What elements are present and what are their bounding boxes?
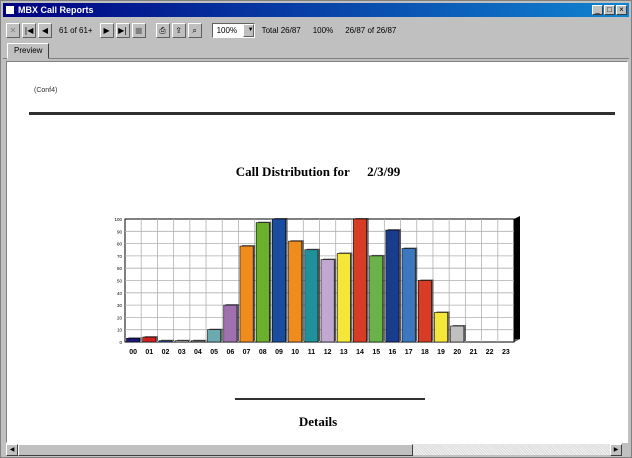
report-page[interactable]: (Conf4) Call Distribution for 2/3/99 0 10… — [6, 61, 628, 443]
horizontal-scrollbar[interactable]: ◀ ▶ — [6, 443, 622, 456]
x-tick-label: 12 — [324, 349, 332, 356]
bar-08 — [255, 222, 270, 343]
window-controls: _ □ × — [592, 5, 627, 15]
bar-15 — [369, 255, 384, 343]
minimize-button[interactable]: _ — [592, 5, 603, 15]
bar-20 — [450, 325, 465, 343]
x-tick-label: 07 — [243, 349, 251, 356]
x-tick-label: 06 — [226, 349, 234, 356]
bar-12 — [320, 259, 335, 343]
x-tick-label: 09 — [275, 349, 283, 356]
x-tick-label: 15 — [372, 349, 380, 356]
last-page-icon[interactable]: ▶| — [115, 22, 130, 38]
x-tick-label: 10 — [291, 349, 299, 356]
window-title: MBX Call Reports — [18, 5, 94, 15]
bar-04 — [191, 340, 205, 343]
bar-14 — [353, 218, 367, 343]
x-tick-label: 04 — [194, 349, 202, 356]
scroll-thumb[interactable] — [18, 444, 413, 456]
title-bar[interactable]: MBX Call Reports _ □ × — [3, 3, 629, 17]
bar-19 — [434, 312, 448, 343]
x-tick-label: 13 — [340, 349, 348, 356]
report-toolbar: ✕ |◀ ◀ 61 of 61+ ▶ ▶| ■ ⎙ ⇪ ⌕ 100% ▼ Tot… — [3, 19, 629, 41]
y-tick-label: 60 — [117, 266, 123, 271]
app-icon — [5, 5, 15, 15]
details-heading: Details — [298, 414, 338, 429]
first-page-icon[interactable]: |◀ — [22, 22, 36, 38]
record-range: 26/87 of 26/87 — [345, 25, 397, 35]
tab-strip: Preview — [3, 41, 629, 59]
x-tick-label: 20 — [453, 349, 461, 356]
y-tick-label: 20 — [117, 315, 123, 320]
x-tick-label: 16 — [389, 349, 397, 356]
x-tick-label: 22 — [486, 349, 494, 356]
maximize-button[interactable]: □ — [604, 5, 615, 15]
scrollbar-corner — [622, 443, 630, 455]
bar-13 — [336, 253, 351, 343]
close-button[interactable]: × — [616, 5, 627, 15]
bar-06 — [223, 304, 238, 343]
x-tick-label: 19 — [437, 349, 445, 356]
scroll-left-icon[interactable]: ◀ — [6, 444, 18, 456]
bar-07 — [239, 245, 254, 343]
x-tick-label: 18 — [421, 349, 429, 356]
x-tick-label: 05 — [210, 349, 218, 356]
x-tick-label: 00 — [129, 349, 137, 356]
scroll-right-icon[interactable]: ▶ — [610, 444, 622, 456]
y-tick-label: 90 — [117, 229, 123, 234]
bar-05 — [207, 329, 222, 343]
percent-read: 100% — [312, 25, 334, 35]
export-icon[interactable]: ⇪ — [171, 22, 186, 38]
y-tick-label: 0 — [119, 340, 122, 345]
details-rule — [235, 398, 425, 400]
zoom-select[interactable]: 100% ▼ — [211, 22, 255, 38]
report-window: MBX Call Reports _ □ × ✕ |◀ ◀ 61 of 61+ … — [0, 0, 632, 458]
close-report-icon[interactable]: ✕ — [6, 22, 20, 38]
zoom-value: 100% — [216, 25, 238, 35]
search-icon[interactable]: ⌕ — [187, 22, 202, 38]
x-tick-label: 02 — [162, 349, 170, 356]
bar-01 — [142, 336, 157, 343]
print-icon[interactable]: ⎙ — [155, 22, 170, 38]
bar-02 — [158, 340, 173, 343]
chart-side-wall — [514, 216, 520, 342]
previous-page-icon[interactable]: ◀ — [38, 22, 52, 38]
y-tick-label: 30 — [117, 303, 123, 308]
total-records: Total 26/87 — [261, 25, 301, 35]
bar-18 — [417, 280, 432, 343]
scroll-track[interactable] — [18, 444, 610, 456]
y-tick-label: 50 — [117, 279, 123, 284]
y-tick-label: 100 — [114, 217, 122, 222]
x-tick-label: 17 — [405, 349, 413, 356]
tab-preview[interactable]: Preview — [7, 43, 50, 59]
next-page-icon[interactable]: ▶ — [99, 22, 114, 38]
y-tick-label: 70 — [117, 254, 123, 259]
y-tick-label: 40 — [117, 291, 123, 296]
y-tick-label: 80 — [117, 242, 123, 247]
bar-09 — [272, 218, 286, 343]
bar-03 — [174, 340, 189, 343]
x-tick-label: 11 — [308, 349, 316, 356]
chevron-down-icon[interactable]: ▼ — [242, 23, 254, 37]
x-tick-label: 14 — [356, 349, 364, 356]
bar-10 — [288, 240, 303, 343]
x-tick-label: 21 — [470, 349, 478, 356]
y-tick-label: 10 — [117, 328, 123, 333]
x-tick-label: 01 — [145, 349, 153, 356]
x-tick-label: 03 — [178, 349, 186, 356]
bar-11 — [304, 249, 319, 343]
bar-17 — [401, 248, 416, 343]
page-indicator: 61 of 61+ — [59, 25, 93, 35]
x-tick-label: 23 — [502, 349, 510, 356]
x-tick-label: 08 — [259, 349, 267, 356]
bar-16 — [385, 229, 400, 343]
bar-00 — [126, 338, 141, 343]
stop-icon[interactable]: ■ — [131, 22, 146, 38]
call-distribution-chart: 0 10 20 30 40 50 60 70 80 90 100 00 01 02 03 04 05 06 07 08… — [114, 216, 520, 356]
